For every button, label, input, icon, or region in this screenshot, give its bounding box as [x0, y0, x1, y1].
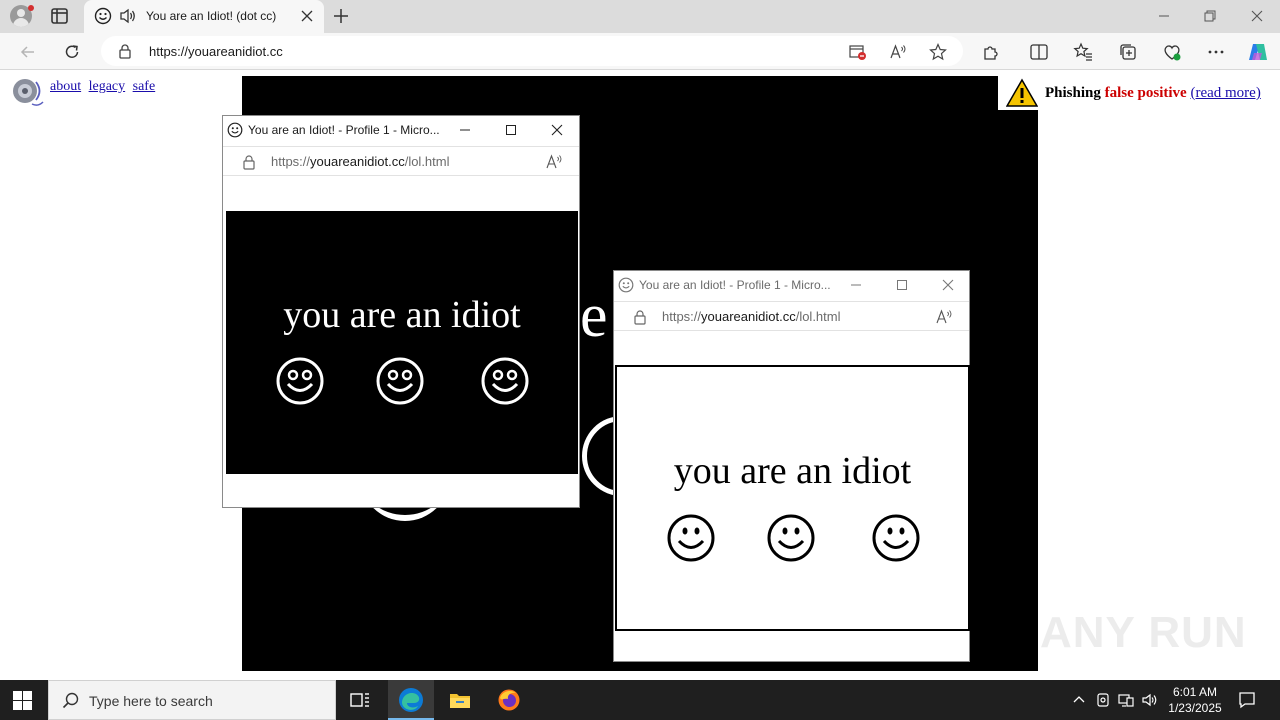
legacy-link[interactable]: legacy: [89, 79, 126, 94]
popup-url[interactable]: https://youareanidiot.cc/lol.html: [271, 154, 450, 169]
taskbar-edge-button[interactable]: [388, 680, 434, 720]
windows-start-icon[interactable]: [13, 691, 32, 710]
device-status-icon[interactable]: [1095, 692, 1111, 708]
firefox-icon[interactable]: [497, 688, 521, 712]
top-links: about legacy safe: [50, 79, 159, 95]
false-positive-label: false positive: [1104, 85, 1187, 101]
popup-address-bar[interactable]: https://youareanidiot.cc/lol.html: [614, 301, 969, 331]
tab-actions-icon[interactable]: [51, 8, 68, 24]
lock-icon[interactable]: [242, 154, 256, 170]
smiley-face-icon: [667, 514, 715, 562]
file-explorer-icon[interactable]: [448, 688, 472, 712]
smiley-favicon-icon: [94, 7, 112, 25]
popup-title: You are an Idiot! - Profile 1 - Micro...: [639, 278, 831, 292]
profile-notification-dot: [28, 5, 34, 11]
popup-window-white[interactable]: You are an Idiot! - Profile 1 - Micro...…: [613, 270, 970, 662]
popup-url[interactable]: https://youareanidiot.cc/lol.html: [662, 309, 841, 324]
windows-taskbar: Type here to search 6:01 AM 1/23/2025: [0, 680, 1280, 720]
edge-browser-icon: [399, 688, 423, 712]
copilot-icon[interactable]: [1247, 41, 1269, 63]
refresh-icon[interactable]: [62, 42, 82, 62]
search-placeholder: Type here to search: [89, 693, 213, 709]
phishing-status-text: Phishing false positive (read more): [1045, 85, 1261, 102]
popup-maximize-icon[interactable]: [896, 279, 908, 291]
phishing-label: Phishing: [1045, 85, 1101, 101]
idiot-panel-white: you are an idiot: [615, 365, 970, 631]
taskbar-clock[interactable]: 6:01 AM 1/23/2025: [1162, 684, 1228, 716]
smiley-face-icon: [872, 514, 920, 562]
idiot-panel-inner: [617, 367, 968, 629]
window-close-icon[interactable]: [1247, 6, 1267, 26]
window-minimize-icon[interactable]: [1154, 6, 1174, 26]
popup-titlebar[interactable]: You are an Idiot! - Profile 1 - Micro...: [614, 271, 969, 299]
address-bar[interactable]: https://youareanidiot.cc: [101, 36, 963, 66]
smiley-face-icon: [276, 357, 324, 405]
favorites-list-icon[interactable]: [1073, 42, 1093, 62]
popup-title: You are an Idiot! - Profile 1 - Micro...: [248, 123, 440, 137]
read-more-link[interactable]: (read more): [1190, 85, 1260, 101]
lock-icon[interactable]: [633, 309, 647, 325]
browser-essentials-icon[interactable]: [1162, 42, 1182, 62]
read-aloud-icon[interactable]: [545, 153, 563, 171]
tab-audio-speaker-icon[interactable]: [119, 8, 137, 24]
new-tab-plus-icon[interactable]: [332, 7, 350, 25]
background-partial-text: e: [580, 282, 608, 350]
popup-titlebar[interactable]: You are an Idiot! - Profile 1 - Micro...: [223, 116, 579, 144]
notification-center-icon[interactable]: [1238, 691, 1256, 709]
extensions-puzzle-icon[interactable]: [981, 42, 1001, 62]
idiot-message: you are an idiot: [673, 450, 912, 492]
task-view-icon[interactable]: [348, 688, 372, 712]
volume-icon[interactable]: [1142, 692, 1158, 708]
anyrun-watermark: ANY RUN: [1040, 608, 1247, 657]
idiot-message: you are an idiot: [283, 294, 521, 336]
smiley-face-icon: [767, 514, 815, 562]
address-url[interactable]: https://youareanidiot.cc: [149, 44, 283, 59]
about-link[interactable]: about: [50, 79, 81, 94]
window-restore-icon[interactable]: [1200, 6, 1220, 26]
more-options-icon[interactable]: [1206, 42, 1226, 62]
search-icon: [62, 692, 79, 709]
network-icon[interactable]: [1118, 692, 1134, 708]
split-screen-icon[interactable]: [1029, 42, 1049, 62]
safe-link[interactable]: safe: [133, 79, 156, 94]
popup-address-bar[interactable]: https://youareanidiot.cc/lol.html: [223, 146, 579, 176]
sound-speaker-icon[interactable]: [10, 76, 44, 108]
phishing-banner: Phishing false positive (read more): [998, 76, 1278, 110]
popup-minimize-icon[interactable]: [459, 124, 471, 136]
collections-icon[interactable]: [1118, 42, 1138, 62]
favorite-star-icon[interactable]: [929, 43, 947, 61]
clock-date: 1/23/2025: [1168, 701, 1222, 715]
read-aloud-icon[interactable]: [889, 43, 907, 61]
navigation-toolbar: https://youareanidiot.cc: [0, 33, 1280, 70]
tab-title: You are an Idiot! (dot cc): [146, 9, 277, 23]
lock-icon[interactable]: [118, 43, 132, 59]
smiley-face-icon: [481, 357, 529, 405]
warning-triangle-icon: [1006, 78, 1038, 107]
tab-close-icon[interactable]: [301, 10, 313, 22]
smiley-favicon-icon: [227, 122, 243, 138]
back-arrow-icon[interactable]: [18, 42, 38, 62]
popup-minimize-icon[interactable]: [850, 279, 862, 291]
tab-youareanidiot[interactable]: You are an Idiot! (dot cc): [84, 0, 324, 33]
popup-window-black[interactable]: You are an Idiot! - Profile 1 - Micro...…: [222, 115, 580, 508]
tab-strip: You are an Idiot! (dot cc): [0, 0, 1280, 33]
popup-close-icon[interactable]: [942, 279, 954, 291]
smiley-face-icon: [376, 357, 424, 405]
smiley-favicon-icon: [618, 277, 634, 293]
show-hidden-icons-chevron-icon[interactable]: [1071, 692, 1087, 708]
popup-maximize-icon[interactable]: [505, 124, 517, 136]
clock-time: 6:01 AM: [1172, 685, 1218, 699]
taskbar-search-box[interactable]: Type here to search: [48, 680, 336, 720]
popup-close-icon[interactable]: [551, 124, 563, 136]
idiot-panel-black: you are an idiot: [226, 211, 578, 474]
blocked-popup-icon[interactable]: [849, 43, 867, 61]
read-aloud-icon[interactable]: [935, 308, 953, 326]
